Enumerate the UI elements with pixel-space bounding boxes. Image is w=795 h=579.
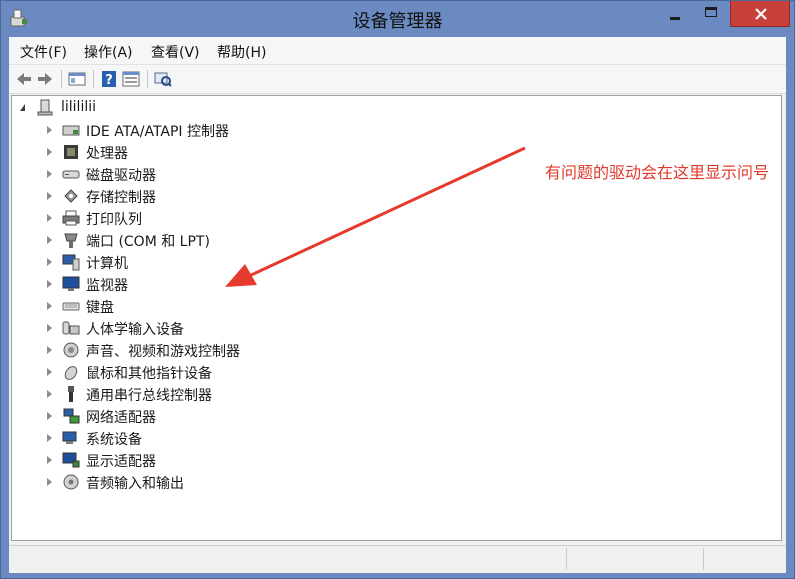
tree-category-node[interactable]: 端口 (COM 和 LPT) (12, 230, 772, 250)
monitor-icon (62, 276, 80, 291)
tree-category-label: 打印队列 (86, 212, 142, 228)
title-bar[interactable]: 设备管理器 (1, 1, 794, 37)
close-button[interactable] (730, 1, 790, 27)
audio-io-icon (63, 474, 79, 490)
tree-category-node[interactable]: 音频输入和输出 (12, 472, 772, 492)
ide-controller-icon (62, 125, 80, 136)
disk-drive-icon (62, 170, 80, 179)
tree-category-label: IDE ATA/ATAPI 控制器 (86, 124, 230, 140)
computer-icon (37, 99, 53, 116)
tree-category-label: 计算机 (86, 256, 128, 272)
svg-text:?: ? (105, 73, 113, 88)
tree-category-label: 人体学输入设备 (86, 322, 184, 338)
tree-category-node[interactable]: 鼠标和其他指针设备 (12, 362, 772, 382)
collapsed-arrow-icon[interactable] (47, 434, 52, 442)
tree-category-label: 处理器 (86, 146, 128, 162)
tree-category-node[interactable]: 显示适配器 (12, 450, 772, 470)
collapsed-arrow-icon[interactable] (47, 478, 52, 486)
properties-view-icon[interactable] (67, 69, 87, 89)
collapsed-arrow-icon[interactable] (47, 148, 52, 156)
toolbar-separator (61, 70, 62, 88)
tree-category-node[interactable]: 键盘 (12, 296, 772, 316)
tree-category-node[interactable]: 网络适配器 (12, 406, 772, 426)
hid-icon (62, 321, 80, 335)
menu-action[interactable]: 操作(A) (84, 42, 133, 62)
tree-category-label: 声音、视频和游戏控制器 (86, 344, 240, 360)
collapsed-arrow-icon[interactable] (47, 412, 52, 420)
forward-icon[interactable] (35, 69, 55, 89)
sound-icon (63, 342, 79, 358)
printer-icon (62, 210, 80, 226)
tree-category-node[interactable]: 声音、视频和游戏控制器 (12, 340, 772, 360)
storage-controller-icon (64, 189, 78, 203)
help-icon[interactable]: ? (99, 69, 119, 89)
toolbar-separator (93, 70, 94, 88)
collapsed-arrow-icon[interactable] (47, 214, 52, 222)
collapsed-arrow-icon[interactable] (47, 170, 52, 178)
status-divider (566, 548, 567, 570)
client-area: 文件(F) 操作(A) 查看(V) 帮助(H) ? lilililii IDE … (9, 37, 786, 573)
back-icon[interactable] (14, 69, 34, 89)
tree-category-label: 显示适配器 (86, 454, 156, 470)
tree-category-label: 磁盘驱动器 (86, 168, 156, 184)
expanded-arrow-icon[interactable] (20, 104, 25, 111)
usb-icon (68, 386, 74, 402)
collapsed-arrow-icon[interactable] (47, 126, 52, 134)
menu-help[interactable]: 帮助(H) (217, 42, 266, 62)
collapsed-arrow-icon[interactable] (47, 346, 52, 354)
collapsed-arrow-icon[interactable] (47, 192, 52, 200)
system-device-icon (62, 431, 77, 444)
tree-category-label: 键盘 (86, 300, 114, 316)
collapsed-arrow-icon[interactable] (47, 456, 52, 464)
tree-root-label: lilililii (61, 99, 97, 115)
tree-root-node[interactable]: lilililii (12, 98, 772, 118)
tree-category-node[interactable]: IDE ATA/ATAPI 控制器 (12, 120, 772, 140)
mouse-icon (64, 366, 78, 380)
tree-category-label: 端口 (COM 和 LPT) (86, 234, 210, 250)
collapsed-arrow-icon[interactable] (47, 390, 52, 398)
collapsed-arrow-icon[interactable] (47, 258, 52, 266)
tree-category-label: 鼠标和其他指针设备 (86, 366, 212, 382)
tree-category-node[interactable]: 系统设备 (12, 428, 772, 448)
tree-category-node[interactable]: 计算机 (12, 252, 772, 272)
tree-category-label: 系统设备 (86, 432, 142, 448)
toolbar: ? (9, 65, 786, 94)
tree-category-label: 音频输入和输出 (86, 476, 184, 492)
status-bar (9, 545, 786, 573)
close-icon (755, 8, 767, 20)
menu-bar: 文件(F) 操作(A) 查看(V) 帮助(H) (9, 37, 786, 65)
toolbar-separator (147, 70, 148, 88)
tree-category-node[interactable]: 人体学输入设备 (12, 318, 772, 338)
collapsed-arrow-icon[interactable] (47, 236, 52, 244)
minimize-button[interactable] (658, 1, 692, 27)
tree-category-label: 网络适配器 (86, 410, 156, 426)
menu-file[interactable]: 文件(F) (20, 42, 67, 62)
status-divider (703, 548, 704, 570)
network-adapter-icon (63, 408, 80, 424)
maximize-button[interactable] (694, 1, 728, 27)
tree-category-node[interactable]: 通用串行总线控制器 (12, 384, 772, 404)
collapsed-arrow-icon[interactable] (47, 302, 52, 310)
annotation-text: 有问题的驱动会在这里显示问号 (545, 163, 770, 182)
collapsed-arrow-icon[interactable] (47, 324, 52, 332)
device-manager-window: 设备管理器 文件(F) 操作(A) 查看(V) 帮助(H) ? lililili… (0, 0, 795, 579)
keyboard-icon (62, 302, 80, 311)
display-adapter-icon (62, 452, 80, 468)
tree-category-node[interactable]: 打印队列 (12, 208, 772, 228)
collapsed-arrow-icon[interactable] (47, 368, 52, 376)
scan-hardware-icon[interactable] (153, 69, 173, 89)
tree-category-node[interactable]: 处理器 (12, 142, 772, 162)
processor-icon (64, 145, 78, 159)
tree-category-node[interactable]: 存储控制器 (12, 186, 772, 206)
list-view-icon[interactable] (121, 69, 141, 89)
tree-category-label: 通用串行总线控制器 (86, 388, 212, 404)
tree-category-label: 存储控制器 (86, 190, 156, 206)
collapsed-arrow-icon[interactable] (47, 280, 52, 288)
tree-category-node[interactable]: 监视器 (12, 274, 772, 294)
port-icon (64, 233, 78, 248)
computer-icon (62, 254, 80, 271)
tree-category-label: 监视器 (86, 278, 128, 294)
menu-view[interactable]: 查看(V) (151, 42, 200, 62)
